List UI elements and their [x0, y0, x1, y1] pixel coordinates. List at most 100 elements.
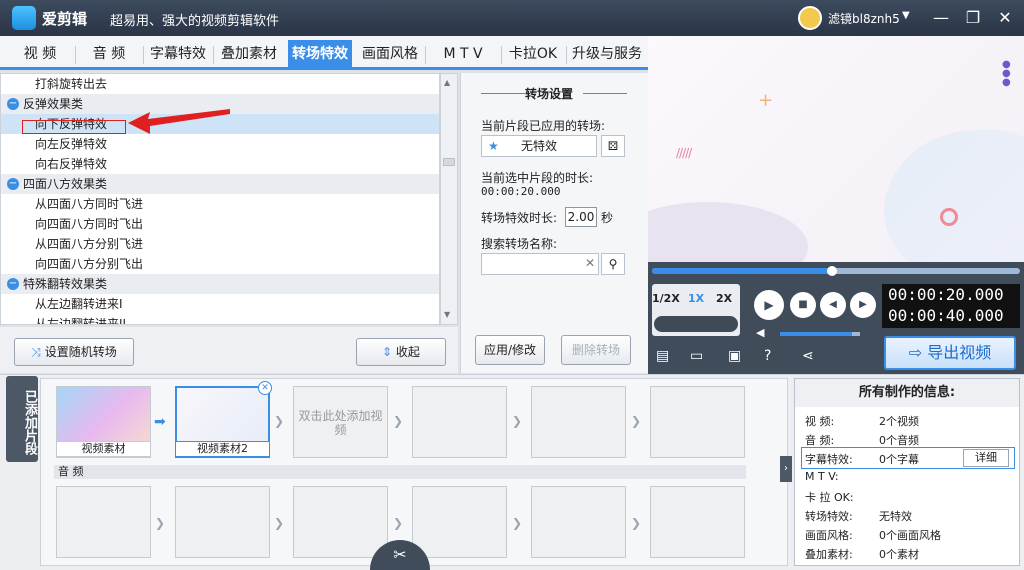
stop-icon[interactable]: ■ — [790, 292, 816, 318]
speed-1x[interactable]: 1X — [688, 292, 704, 305]
arrow-icon: ❯ — [274, 516, 285, 530]
new-file-icon[interactable]: ▤ — [656, 348, 669, 364]
added-clips-tab[interactable]: 已添加片段 — [6, 376, 38, 462]
category-row[interactable]: − 四面八方效果类 — [1, 174, 439, 194]
audio-slot[interactable] — [650, 486, 745, 558]
maximize-icon[interactable]: ❐ — [962, 7, 984, 29]
tab-mtv[interactable]: M T V — [426, 40, 500, 68]
audio-slot[interactable] — [412, 486, 507, 558]
search-input[interactable] — [481, 253, 599, 275]
list-item[interactable]: 向左反弹特效 — [1, 134, 439, 154]
app-tagline: 超易用、强大的视频剪辑软件 — [110, 14, 280, 29]
tab-style[interactable]: 画面风格 — [356, 40, 424, 68]
effect-duration-label: 转场特效时长: — [481, 211, 558, 225]
search-icon[interactable]: ⚲ — [601, 253, 625, 275]
info-label: 字幕特效: — [805, 453, 853, 466]
volume-icon[interactable]: ◀ — [756, 326, 764, 339]
username[interactable]: 滤镜bl8znh5 — [828, 10, 900, 27]
title-bar: 爱剪辑 超易用、强大的视频剪辑软件 滤镜bl8znh5 ▼ — ❐ ✕ — [0, 0, 1024, 36]
info-value: 2个视频 — [879, 415, 919, 428]
tab-video[interactable]: 视 频 — [6, 40, 74, 68]
audio-slot[interactable] — [531, 486, 626, 558]
video-preview[interactable]: + ///// ● ● ● — [648, 36, 1024, 262]
tab-audio[interactable]: 音 频 — [76, 40, 142, 68]
app-name: 爱剪辑 — [42, 10, 88, 28]
audio-slot[interactable] — [56, 486, 151, 558]
close-icon[interactable]: ✕ — [994, 7, 1016, 29]
list-item[interactable]: 从四面八方分别飞进 — [1, 234, 439, 254]
transition-arrow-icon[interactable]: ➡ — [154, 414, 166, 430]
speed-2x[interactable]: 2X — [716, 292, 732, 305]
share-icon[interactable]: ⋖ — [802, 348, 814, 364]
dice-icon[interactable]: ⚄ — [601, 135, 625, 157]
remove-clip-icon[interactable]: ✕ — [258, 381, 272, 395]
category-row[interactable]: − 特殊翻转效果类 — [1, 274, 439, 294]
list-item[interactable]: 向四面八方同时飞出 — [1, 214, 439, 234]
open-folder-icon[interactable]: ▭ — [690, 348, 703, 364]
shuffle-icon: ⤨ — [31, 345, 45, 359]
info-label: 音 频: — [805, 434, 835, 447]
random-transition-button[interactable]: ⤨ 设置随机转场 — [14, 338, 134, 366]
export-icon: ⇨ — [908, 343, 928, 362]
arrow-icon: ❯ — [631, 414, 642, 428]
duration-value: 00:00:20.000 — [481, 185, 561, 198]
transition-settings: 转场设置 当前片段已应用的转场: ★ 无特效 ⚄ 当前选中片段的时长: 00:00… — [460, 73, 648, 373]
list-item[interactable]: 从左边翻转进来I — [1, 294, 439, 314]
chevron-down-icon[interactable]: ▼ — [902, 10, 910, 21]
time-current: 00:00:20.000 — [888, 285, 1004, 304]
progress-handle[interactable] — [827, 266, 838, 276]
time-total: 00:00:40.000 — [888, 306, 1004, 325]
list-item[interactable]: 向右反弹特效 — [1, 154, 439, 174]
duration-label: 当前选中片段的时长: — [481, 171, 594, 185]
collapse-button[interactable]: ⇕ 收起 — [356, 338, 446, 366]
arrow-icon: ❯ — [274, 414, 285, 428]
play-icon[interactable]: ▶ — [754, 290, 784, 320]
empty-slot[interactable] — [531, 386, 626, 458]
collapse-icon[interactable]: − — [7, 178, 19, 190]
list-item[interactable]: 从四面八方同时飞进 — [1, 194, 439, 214]
save-icon[interactable]: ▣ — [728, 348, 741, 364]
effect-duration-input[interactable]: 2.00 — [565, 207, 597, 227]
minimize-icon[interactable]: — — [930, 7, 952, 29]
empty-slot[interactable] — [412, 386, 507, 458]
category-label: 特殊翻转效果类 — [23, 277, 108, 291]
clear-icon[interactable]: ✕ — [585, 256, 595, 270]
delete-transition-button[interactable]: 删除转场 — [561, 335, 631, 365]
info-label: 视 频: — [805, 415, 835, 428]
apply-button[interactable]: 应用/修改 — [475, 335, 545, 365]
speed-slider[interactable] — [654, 316, 738, 332]
collapse-icon[interactable]: − — [7, 98, 19, 110]
tab-transition[interactable]: 转场特效 — [288, 40, 352, 68]
list-item[interactable]: 向四面八方分别飞出 — [1, 254, 439, 274]
export-button[interactable]: ⇨ 导出视频 — [884, 336, 1016, 370]
info-value: 0个音频 — [879, 434, 919, 447]
user-avatar[interactable] — [798, 6, 822, 30]
more-icon[interactable]: ● ● ● — [1002, 60, 1011, 88]
volume-fill — [780, 332, 852, 336]
empty-slot[interactable] — [650, 386, 745, 458]
arrow-icon: ❯ — [155, 516, 166, 530]
tab-karaoke[interactable]: 卡拉OK — [502, 40, 564, 68]
applied-transition-field: ★ 无特效 — [481, 135, 597, 157]
tab-upgrade[interactable]: 升级与服务 — [568, 40, 646, 68]
prev-frame-icon[interactable]: ◀ — [820, 292, 846, 318]
list-item[interactable]: 从左边翻转进来II — [1, 314, 439, 324]
info-label: 叠加素材: — [805, 548, 853, 561]
expand-panel-icon[interactable]: › — [780, 456, 792, 482]
detail-button[interactable]: 详细 — [963, 449, 1009, 467]
tab-subtitle[interactable]: 字幕特效 — [144, 40, 212, 68]
speed-half[interactable]: 1/2X — [652, 292, 680, 305]
audio-slot[interactable] — [175, 486, 270, 558]
next-frame-icon[interactable]: ▶ — [850, 292, 876, 318]
help-icon[interactable]: ? — [764, 348, 771, 364]
info-value: 0个素材 — [879, 548, 919, 561]
audio-slot[interactable] — [293, 486, 388, 558]
collapse-icon[interactable]: − — [7, 278, 19, 290]
clip-label: 视频素材 — [56, 441, 151, 457]
list-scrollbar[interactable]: ▲ ▼ — [440, 73, 458, 325]
add-video-slot[interactable]: 双击此处添加视频 — [293, 386, 388, 458]
settings-title: 转场设置 — [525, 87, 574, 101]
tab-overlay[interactable]: 叠加素材 — [214, 40, 284, 68]
arrow-icon: ❯ — [393, 516, 404, 530]
list-item[interactable]: 打斜旋转出去 — [1, 74, 439, 94]
